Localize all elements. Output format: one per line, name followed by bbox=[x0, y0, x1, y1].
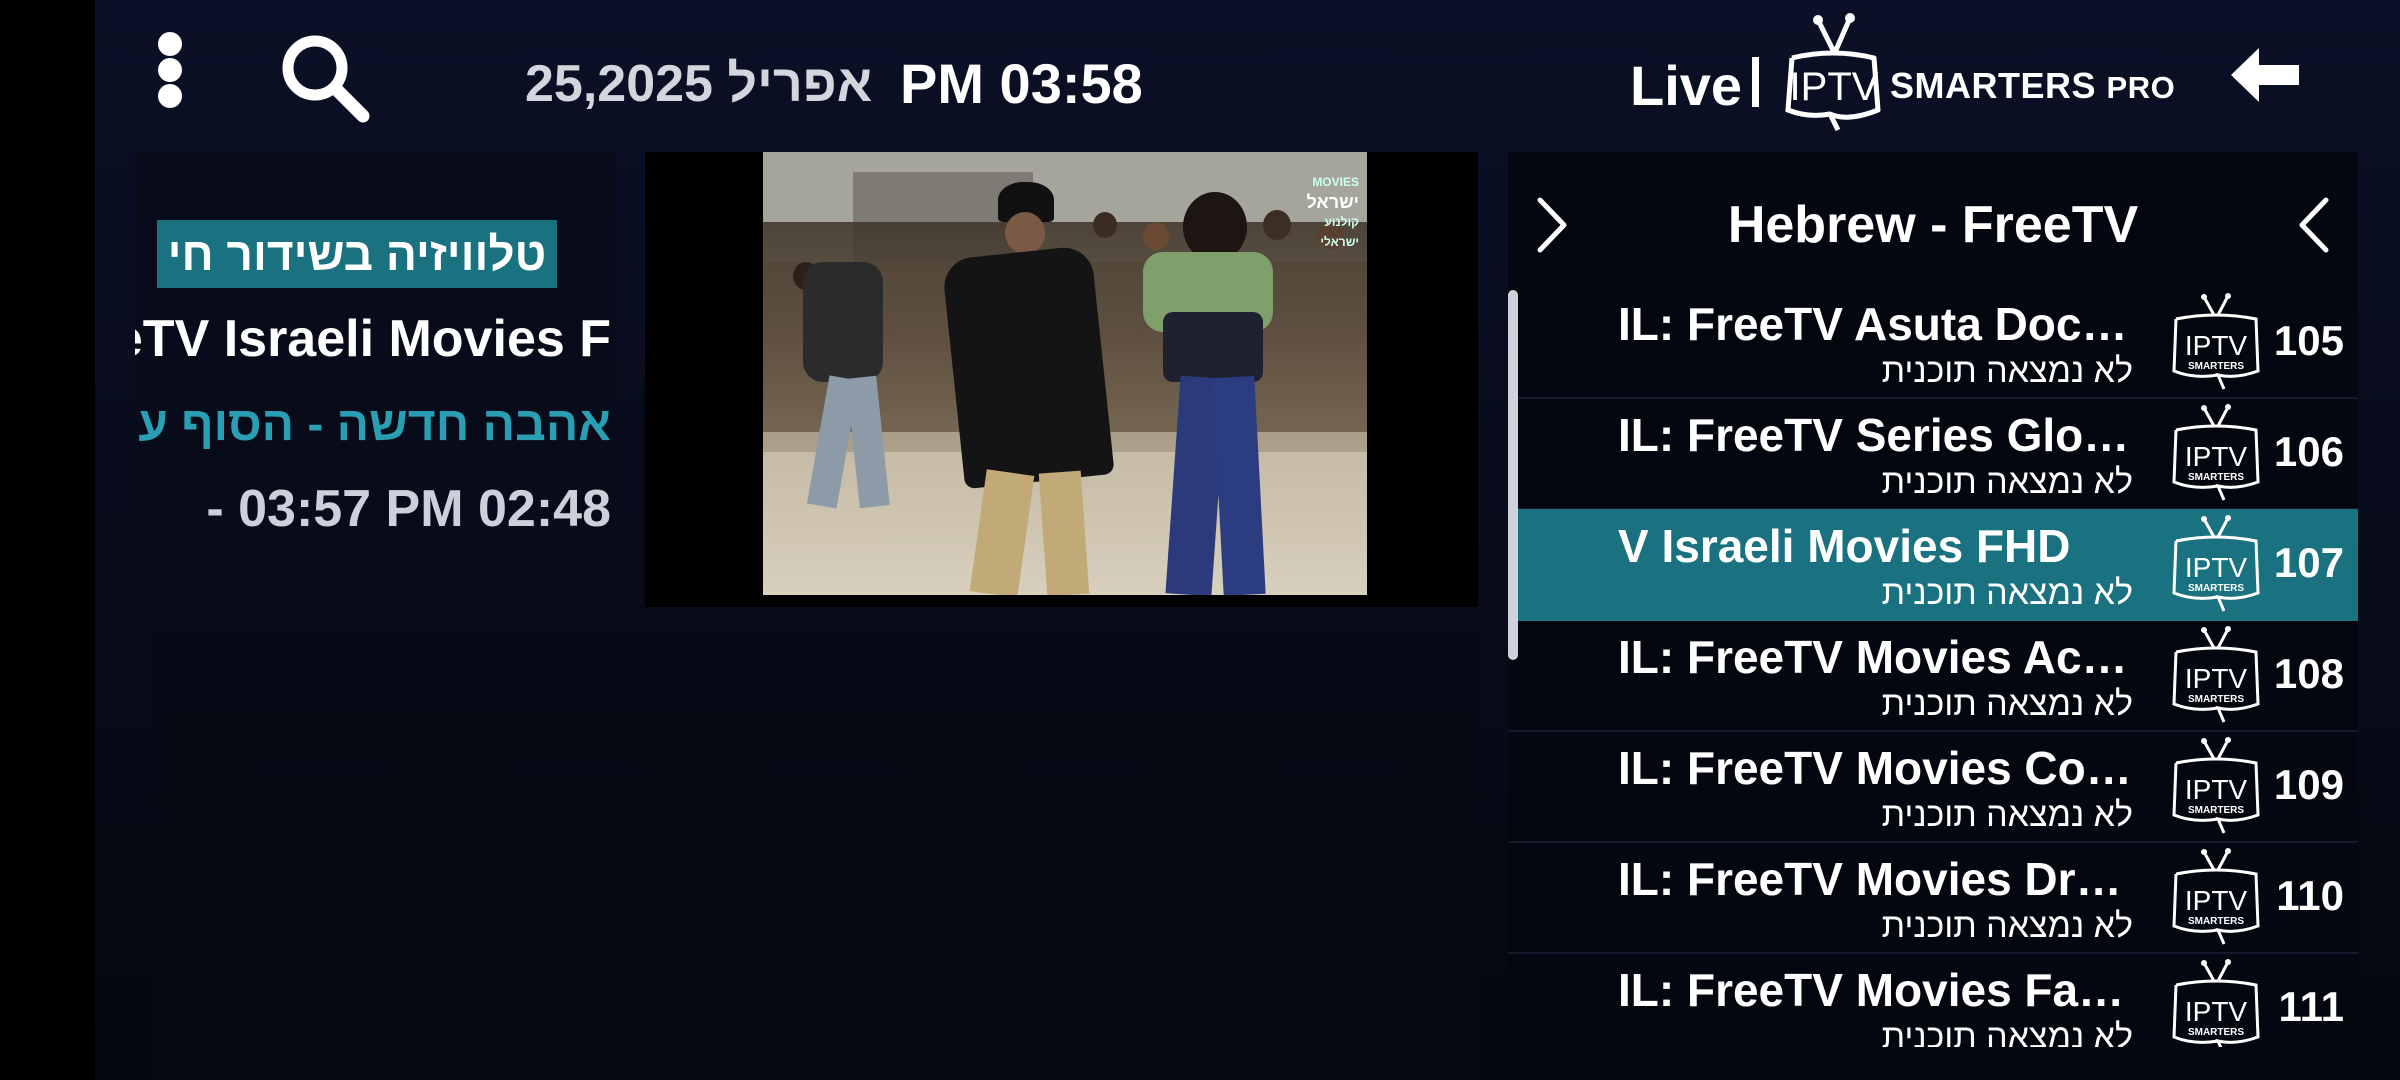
logo-text: IPTV bbox=[2185, 441, 2248, 472]
current-time: PM 03:58 bbox=[900, 52, 1143, 115]
channel-number: 107 bbox=[2273, 539, 2344, 586]
channel-row[interactable]: V Israeli Movies FHD לא נמצאה תוכנית IPTV S… bbox=[1508, 509, 2358, 621]
channel-epg: לא נמצאה תוכנית bbox=[1881, 1018, 2133, 1047]
program-time-range: - 03:57 PM 02:48 bbox=[206, 480, 611, 538]
logo-text: IPTV bbox=[2185, 663, 2248, 694]
logo-sub: SMARTERS bbox=[2188, 916, 2244, 927]
current-channel-name: eTV Israeli Movies F bbox=[135, 310, 611, 368]
logo-sub: SMARTERS bbox=[2188, 361, 2244, 372]
channel-epg: לא נמצאה תוכנית bbox=[1881, 907, 2133, 945]
channel-row[interactable]: IL: FreeTV Asuta Documentaryלא נמצאה תוכ… bbox=[1508, 287, 2358, 399]
channel-logo-icon: IPTVSMARTERS bbox=[2172, 848, 2260, 945]
channel-name: IL: FreeTV Movies Family bbox=[1618, 964, 2138, 1016]
current-date: אפריל 25,2025 bbox=[525, 55, 873, 113]
brand-name: SMARTERS PRO bbox=[1890, 64, 2175, 110]
logo-sub: SMARTERS bbox=[2188, 583, 2244, 594]
channel-name: IL: FreeTV Asuta Documentary bbox=[1618, 298, 2138, 350]
back-arrow-icon[interactable] bbox=[2225, 40, 2305, 110]
channel-epg: לא נמצאה תוכנית bbox=[1881, 796, 2133, 834]
channel-number: 105 bbox=[2273, 317, 2344, 364]
channel-row[interactable]: IL: FreeTV Movies Drama לא נמצאה תוכנית IP… bbox=[1508, 842, 2358, 954]
watermark-sub: קולנוע ישראלי bbox=[1320, 215, 1359, 249]
category-title: Hebrew - FreeTV bbox=[1727, 196, 2139, 254]
live-tv-badge: טלוויזיה בשידור חי bbox=[157, 220, 557, 288]
logo-text: IPTV bbox=[2185, 885, 2248, 916]
channel-row[interactable]: IL: FreeTV Movies Family לא נמצאה תוכנית I… bbox=[1508, 953, 2358, 1047]
logo-text: IPTV bbox=[2185, 552, 2248, 583]
channel-number: 110 bbox=[2276, 872, 2344, 919]
channel-number: 108 bbox=[2273, 650, 2344, 697]
channel-row[interactable]: IL: FreeTV Series Global לא נמצאה תוכנית I… bbox=[1508, 398, 2358, 510]
channel-name: IL: FreeTV Series Global bbox=[1618, 409, 2138, 461]
logo-sub: SMARTERS bbox=[2188, 694, 2244, 705]
logo-text: IPTV bbox=[2185, 996, 2248, 1027]
brand-smarters: SMARTERS bbox=[1890, 65, 2097, 106]
logo-sub: SMARTERS bbox=[2188, 805, 2244, 816]
channel-logo-icon: IPTVSMARTERS bbox=[2172, 515, 2260, 612]
logo-text: IPTV bbox=[2185, 330, 2248, 361]
epg-area bbox=[150, 636, 1480, 1080]
channel-logo-icon: IPTVSMARTERS bbox=[2172, 959, 2260, 1047]
channel-name: IL: FreeTV Movies Action bbox=[1618, 631, 2138, 683]
channel-logo-icon: IPTVSMARTERS bbox=[2172, 626, 2260, 723]
channel-list-scrollbar[interactable] bbox=[1508, 290, 1518, 660]
channel-epg: לא נמצאה תוכנית bbox=[1881, 463, 2133, 501]
logo-text: IPTV bbox=[2185, 774, 2248, 805]
channel-logo-icon: IPTVSMARTERS bbox=[2172, 293, 2260, 390]
logo-sub: SMARTERS bbox=[2188, 472, 2244, 483]
channel-number: 111 bbox=[2278, 983, 2344, 1030]
channel-row[interactable]: IL: FreeTV Movies Comedyלא נמצאה תוכנית I… bbox=[1508, 731, 2358, 843]
logo-sub: SMARTERS bbox=[2188, 1027, 2244, 1038]
channel-epg: לא נמצאה תוכנית bbox=[1881, 352, 2133, 390]
search-icon[interactable] bbox=[275, 28, 375, 128]
watermark-brand: MOVIES bbox=[1312, 175, 1359, 189]
channel-name: V Israeli Movies FHD bbox=[1618, 520, 2071, 572]
divider bbox=[1752, 57, 1759, 107]
live-label: Live bbox=[1630, 54, 1743, 117]
channel-watermark: MOVIES ישראל קולנוע ישראלי bbox=[1289, 172, 1359, 252]
channel-number: 106 bbox=[2273, 428, 2344, 475]
more-vertical-icon[interactable] bbox=[155, 32, 185, 108]
chevron-left-icon[interactable] bbox=[2290, 190, 2340, 260]
channel-row[interactable]: IL: FreeTV Movies Action לא נמצאה תוכנית I… bbox=[1508, 620, 2358, 732]
channel-number: 109 bbox=[2273, 761, 2344, 808]
channel-epg: לא נמצאה תוכנית bbox=[1881, 685, 2133, 723]
brand-pro: PRO bbox=[2106, 70, 2176, 105]
channel-logo-icon: IPTVSMARTERS bbox=[2172, 737, 2260, 834]
channel-logo-icon: IPTVSMARTERS bbox=[2172, 404, 2260, 501]
video-player[interactable]: MOVIES ישראל קולנוע ישראלי bbox=[645, 152, 1478, 607]
channel-name: IL: FreeTV Movies Drama bbox=[1618, 853, 2138, 905]
channel-list-panel: Hebrew - FreeTV IL: FreeTV Asuta Documen… bbox=[1508, 152, 2358, 1047]
channel-name: IL: FreeTV Movies Comedy bbox=[1618, 742, 2138, 794]
tv-antenna-icon: IPTV bbox=[1785, 13, 1881, 132]
watermark-name: ישראל bbox=[1306, 192, 1359, 212]
program-info-panel: טלוויזיה בשידור חי eTV Israeli Movies F … bbox=[135, 152, 615, 607]
channel-epg: לא נמצאה תוכנית bbox=[1881, 574, 2133, 612]
video-frame: MOVIES ישראל קולנוע ישראלי bbox=[763, 152, 1367, 595]
brand-iptv: IPTV bbox=[1790, 65, 1879, 109]
current-program-title: אהבה חדשה - הסוף ע bbox=[138, 398, 611, 451]
